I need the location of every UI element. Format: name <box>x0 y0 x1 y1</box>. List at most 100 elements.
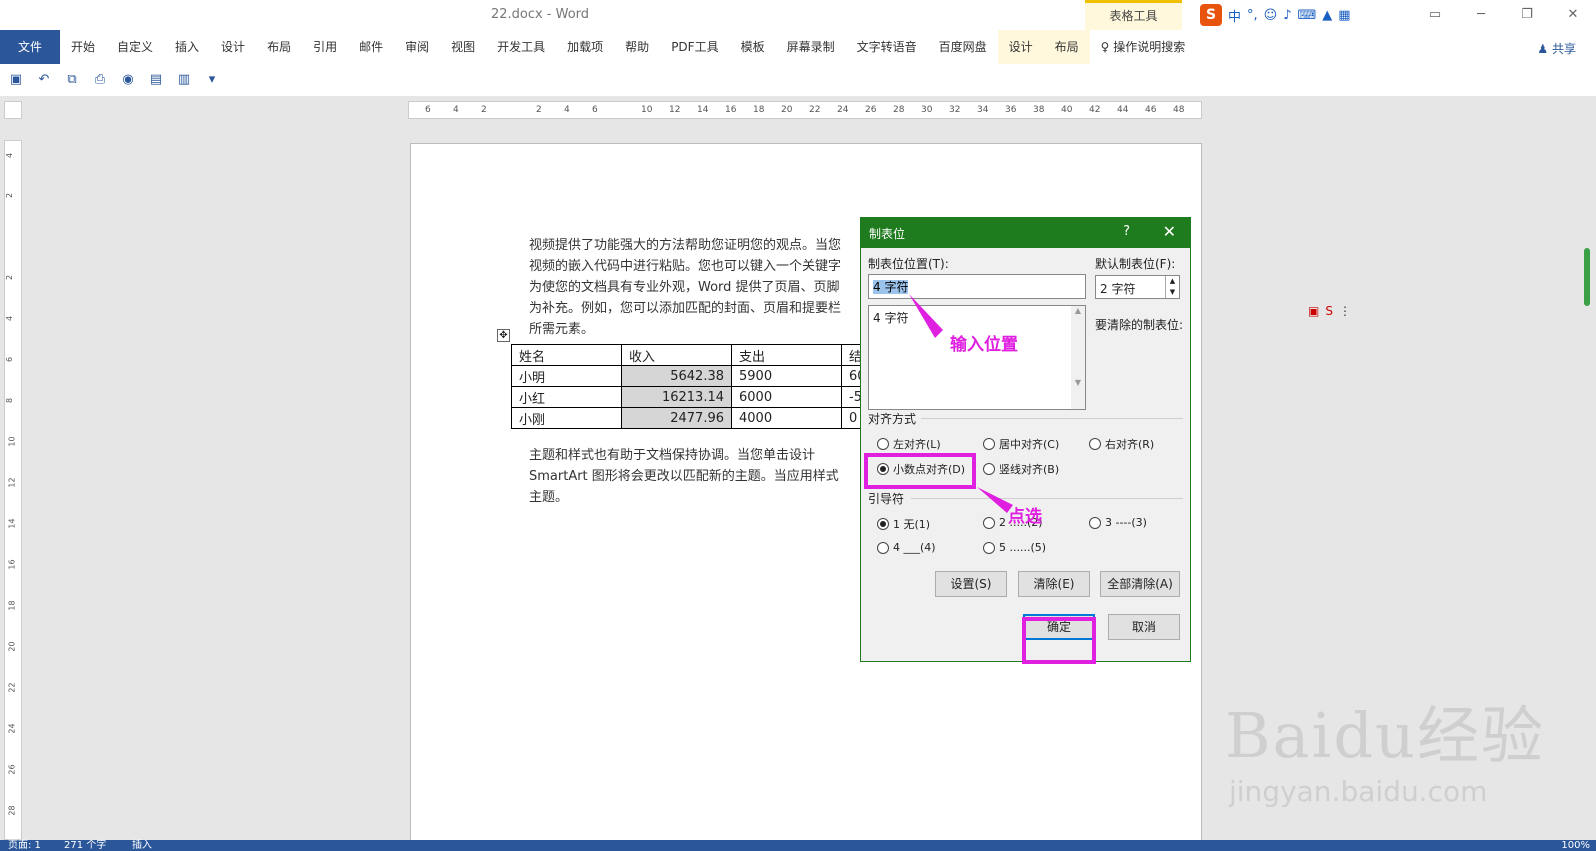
sogou-logo-icon: S <box>1200 4 1222 26</box>
radio-leader-underline[interactable]: 4 ___(4) <box>877 541 936 554</box>
tab-template[interactable]: 模板 <box>730 30 776 64</box>
ime-punct[interactable]: °, <box>1247 8 1258 23</box>
tabs-dialog: 制表位 ? ✕ 制表位位置(T): 4 字符 4 字符 ▲ ▼ 默认制表位(F):… <box>860 217 1191 662</box>
ruler-tick: 4 <box>564 105 570 115</box>
table-icon[interactable]: ▤ <box>148 72 164 88</box>
customize-qat-icon[interactable]: ▾ <box>204 72 220 88</box>
tab-table-design[interactable]: 设计 <box>997 30 1044 64</box>
radio-center-align[interactable]: 居中对齐(C) <box>983 436 1059 452</box>
close-icon[interactable]: ✕ <box>1550 0 1596 30</box>
lightbulb-icon: ♀ <box>1100 40 1114 54</box>
layout-icon[interactable]: ▥ <box>176 72 192 88</box>
radio-bar-align[interactable]: 竖线对齐(B) <box>983 461 1059 477</box>
table-header-cell[interactable]: 收入 <box>621 344 732 366</box>
tab-home[interactable]: 开始 <box>60 30 106 64</box>
tab-mailings[interactable]: 邮件 <box>348 30 394 64</box>
floating-toolbar[interactable]: ▣ S ⋮ <box>1308 304 1351 318</box>
tab-layout[interactable]: 布局 <box>256 30 302 64</box>
radio-right-align[interactable]: 右对齐(R) <box>1089 436 1154 452</box>
tab-screen-record[interactable]: 屏幕录制 <box>776 30 846 64</box>
tab-file[interactable]: 文件 <box>0 30 60 64</box>
table-cell[interactable]: 5642.38 <box>621 365 732 387</box>
status-word-count[interactable]: 271 个字 <box>64 840 106 851</box>
mic-icon[interactable]: ♪ <box>1283 8 1291 23</box>
sogou-icon[interactable]: S <box>1325 304 1333 318</box>
print-preview-icon[interactable]: ⎙ <box>92 72 108 88</box>
table-cell[interactable]: 6000 <box>731 386 842 408</box>
circle-icon[interactable]: ◉ <box>120 72 136 88</box>
tab-insert[interactable]: 插入 <box>164 30 210 64</box>
ruler-tick: 28 <box>7 805 17 816</box>
status-page[interactable]: 页面: 1 <box>8 840 41 851</box>
table-header-cell[interactable]: 姓名 <box>511 344 622 366</box>
tab-tts[interactable]: 文字转语音 <box>846 30 928 64</box>
table-cell[interactable]: 4000 <box>731 407 842 429</box>
tab-position-input[interactable]: 4 字符 <box>868 274 1086 299</box>
radio-left-align[interactable]: 左对齐(L) <box>877 436 941 452</box>
status-insert-mode[interactable]: 插入 <box>132 840 152 851</box>
tab-view[interactable]: 视图 <box>440 30 486 64</box>
dialog-title: 制表位 <box>869 227 906 241</box>
save-icon[interactable]: ▣ <box>8 72 24 88</box>
format-painter-icon[interactable]: ⧉ <box>64 72 80 88</box>
tab-review[interactable]: 审阅 <box>394 30 440 64</box>
status-zoom[interactable]: 100% <box>1561 840 1590 851</box>
spinner-arrows-icon[interactable]: ▲ ▼ <box>1165 276 1179 298</box>
radio-leader-dashes[interactable]: 3 ----(3) <box>1089 516 1147 529</box>
keyboard-icon[interactable]: ⌨ <box>1298 8 1317 23</box>
table-cell[interactable]: 小明 <box>511 365 622 387</box>
clear-all-button[interactable]: 全部清除(A) <box>1100 571 1180 597</box>
tab-design[interactable]: 设计 <box>210 30 256 64</box>
clear-tabs-label: 要清除的制表位: <box>1095 318 1184 332</box>
paragraph-line: 视频的嵌入代码中进行粘贴。您也可以键入一个关键字 <box>529 259 842 274</box>
table-header-cell[interactable]: 支出 <box>731 344 842 366</box>
help-button[interactable]: ? <box>1123 224 1130 239</box>
pdf-icon[interactable]: ▣ <box>1308 304 1319 318</box>
undo-icon[interactable]: ↶ <box>36 72 52 88</box>
more-icon[interactable]: ⋮ <box>1339 304 1351 318</box>
tab-references[interactable]: 引用 <box>302 30 348 64</box>
table-cell[interactable]: 小红 <box>511 386 622 408</box>
table-move-handle-icon[interactable]: ✥ <box>497 329 510 342</box>
skin-icon[interactable]: ▲ <box>1322 8 1332 23</box>
emoji-icon[interactable]: ☺ <box>1264 8 1278 23</box>
tab-table-layout[interactable]: 布局 <box>1043 30 1090 64</box>
ime-mode[interactable]: 中 <box>1228 6 1241 25</box>
dialog-title-bar[interactable]: 制表位 ? ✕ <box>861 218 1190 248</box>
table-cell[interactable]: 5900 <box>731 365 842 387</box>
list-scrollbar[interactable]: ▲ ▼ <box>1071 306 1085 409</box>
ruler-tick: 22 <box>7 682 17 693</box>
ribbon-display-icon[interactable]: ▭ <box>1412 0 1458 30</box>
ruler-tick: 24 <box>837 105 849 115</box>
tab-help[interactable]: 帮助 <box>614 30 660 64</box>
minimize-icon[interactable]: ─ <box>1458 0 1504 30</box>
tab-custom[interactable]: 自定义 <box>106 30 164 64</box>
table-cell[interactable]: 16213.14 <box>621 386 732 408</box>
radio-leader-middle-dots[interactable]: 5 ......(5) <box>983 541 1046 554</box>
share-button[interactable]: ♟ 共享 <box>1537 40 1576 57</box>
tab-developer[interactable]: 开发工具 <box>486 30 556 64</box>
ruler-tick: 20 <box>7 641 17 652</box>
set-button[interactable]: 设置(S) <box>935 571 1007 597</box>
horizontal-ruler[interactable]: 6 4 2 2 4 6 10 12 14 16 18 20 22 24 26 2… <box>408 101 1202 119</box>
vertical-ruler[interactable]: 4 2 2 4 6 8 10 12 14 16 18 20 22 24 26 2… <box>4 140 22 840</box>
tab-baidu-disk[interactable]: 百度网盘 <box>928 30 998 64</box>
tell-me-search[interactable]: ♀ 操作说明搜索 <box>1090 30 1197 64</box>
restore-icon[interactable]: ❐ <box>1504 0 1550 30</box>
vertical-scrollbar-thumb[interactable] <box>1584 248 1590 306</box>
clear-button[interactable]: 清除(E) <box>1018 571 1090 597</box>
default-tab-spinner[interactable]: 2 字符 ▲ ▼ <box>1095 275 1180 299</box>
tab-selector[interactable] <box>4 101 22 119</box>
table-cell[interactable]: 2477.96 <box>621 407 732 429</box>
tab-pdf[interactable]: PDF工具 <box>660 30 729 64</box>
dialog-close-button[interactable]: ✕ <box>1163 222 1176 241</box>
ime-toolbar[interactable]: S 中 °, ☺ ♪ ⌨ ▲ ▦ <box>1200 3 1360 27</box>
grid-icon[interactable]: ▦ <box>1338 8 1350 23</box>
ruler-tick: 2 <box>5 274 15 281</box>
table-cell[interactable]: 小刚 <box>511 407 622 429</box>
tab-addins[interactable]: 加载项 <box>556 30 614 64</box>
radio-leader-none[interactable]: 1 无(1) <box>877 516 930 532</box>
ruler-tick: 10 <box>7 436 17 447</box>
tab-position-list[interactable]: 4 字符 ▲ ▼ <box>868 305 1086 410</box>
cancel-button[interactable]: 取消 <box>1108 614 1180 640</box>
